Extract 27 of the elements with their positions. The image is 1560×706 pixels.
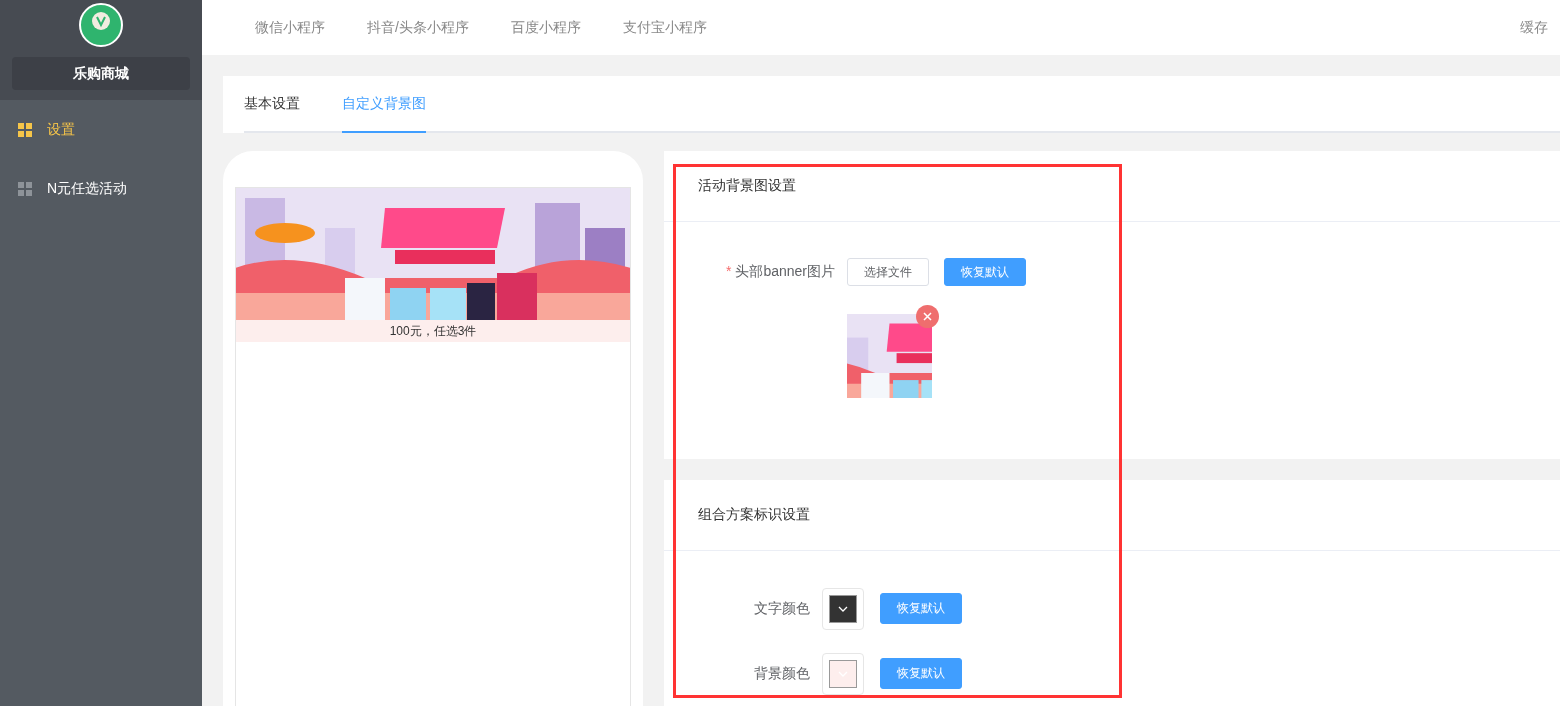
field-label: 背景颜色 (753, 664, 810, 683)
grid-icon (18, 181, 32, 196)
store-name: 乐购商城 (12, 57, 190, 90)
nav-link[interactable]: 支付宝小程序 (622, 18, 707, 37)
field-label: * 头部banner图片 (724, 263, 835, 281)
reset-button[interactable]: 恢复默认 (880, 658, 962, 690)
section-title: 组合方案标识设置 (698, 505, 810, 524)
choose-file-button[interactable]: 选择文件 (847, 258, 929, 286)
nav-link[interactable]: 抖音/头条小程序 (367, 18, 469, 37)
color-picker[interactable] (822, 652, 864, 695)
logo (79, 3, 123, 47)
tab[interactable]: 自定义背景图 (342, 95, 426, 133)
reset-button[interactable]: 恢复默认 (880, 593, 962, 625)
nav-link[interactable]: 微信小程序 (255, 18, 325, 37)
field-label: 文字颜色 (753, 599, 810, 618)
section-title: 活动背景图设置 (698, 177, 796, 195)
reset-button[interactable]: 恢复默认 (944, 258, 1026, 286)
tab[interactable]: 基本设置 (244, 95, 300, 133)
nav-link[interactable]: 百度小程序 (510, 18, 581, 37)
banner-caption: 100元，任选3件 (236, 320, 630, 342)
sidebar-item[interactable]: N元任选活动 (0, 159, 202, 218)
close-icon[interactable] (916, 305, 939, 328)
grid-icon (18, 122, 32, 137)
cache-link[interactable]: 缓存 (1520, 18, 1548, 37)
sidebar-item[interactable]: 设置 (0, 100, 202, 159)
caret-icon (838, 605, 848, 612)
color-picker[interactable] (822, 587, 864, 630)
